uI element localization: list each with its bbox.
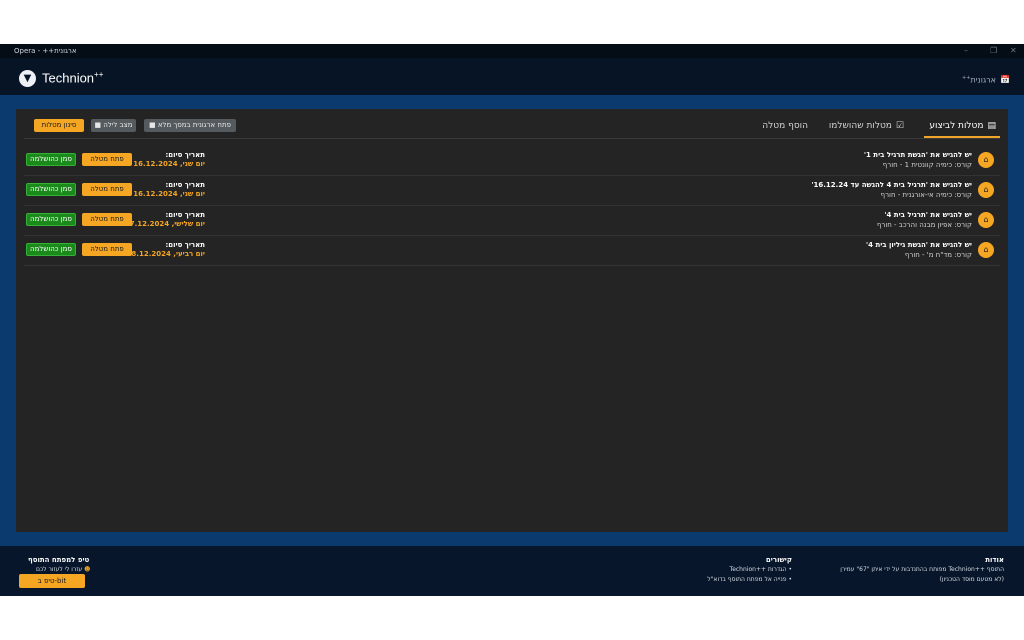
building-icon: ⌂ (978, 242, 994, 258)
footer: אודות התוסף ++Technion מפותח בהתנדבות על… (0, 546, 1024, 596)
link-settings[interactable]: • הגדרות ++Technion (730, 566, 792, 573)
due-date: יום רביעי, 18.12.2024 (126, 250, 205, 258)
tab-add-task[interactable]: הוסף מטלה (762, 121, 808, 131)
due-label: תאריך סיום: (165, 181, 205, 189)
close-icon[interactable]: ✕ (1010, 46, 1017, 55)
app-header: ▼ Technion++ 📅 ארגונית++ (0, 58, 1024, 95)
content-area: ▤ מטלות לביצוע ☑ מטלות שהושלמו הוסף מטלה… (0, 95, 1024, 546)
minimize-icon[interactable]: – (964, 46, 968, 55)
org-header-link[interactable]: 📅 ארגונית++ (962, 75, 1010, 85)
title-bar: Opera - ++ארגונית – ❐ ✕ (0, 44, 1024, 58)
tasks-panel: ▤ מטלות לביצוע ☑ מטלות שהושלמו הוסף מטלה… (16, 109, 1008, 532)
due-date: יום שני, 16.12.2024 (133, 160, 205, 168)
night-mode-button[interactable]: ■ מצב לילה (91, 119, 136, 132)
tab-completed[interactable]: ☑ מטלות שהושלמו (829, 121, 904, 131)
calendar-icon: 📅 (1000, 75, 1010, 85)
task-row: ⌂ יש להגיש את 'תרגיל בית 4' קורס: אפיון … (24, 206, 1000, 236)
open-task-button[interactable]: פתח מטלה (82, 153, 132, 166)
list-icon: ▤ (987, 121, 996, 131)
open-task-button[interactable]: פתח מטלה (82, 213, 132, 226)
smile-icon: ☻ (84, 566, 91, 573)
mark-complete-button[interactable]: סמן כהושלמה (26, 183, 76, 196)
about-disclaimer: (לא מטעם מוסד הטכניון) (939, 576, 1004, 583)
task-title: יש להגיש את 'הגשת תרגיל בית 1' (863, 151, 972, 159)
link-contact-developer[interactable]: • פנייה אל מפתח התוסף בדוא"ל (707, 576, 792, 583)
tab-label: מטלות שהושלמו (828, 121, 892, 131)
task-course: קורס: אפיון מבנה והרכב - חורף (876, 221, 972, 229)
task-row: ⌂ יש להגיש את 'תרגיל בית 4 להגשה עד 16.1… (24, 176, 1000, 206)
tab-label: הוסף מטלה (762, 121, 808, 131)
task-row: ⌂ יש להגיש את 'הגשת גיליון בית 4' קורס: … (24, 236, 1000, 266)
task-course: קורס: כימיה אי-אורגנית - חורף (880, 191, 972, 199)
app-logo-text: Technion++ (42, 70, 104, 86)
task-course: קורס: כימיה קוונטית 1 - חורף (882, 161, 972, 169)
due-date: יום שני, 16.12.2024 (133, 190, 205, 198)
tip-bit-button[interactable]: טיפ ב-bit (19, 574, 85, 588)
open-task-button[interactable]: פתח מטלה (82, 243, 132, 256)
window-title: Opera - ++ארגונית (14, 47, 77, 55)
building-icon: ⌂ (978, 152, 994, 168)
due-label: תאריך סיום: (165, 241, 205, 249)
about-heading: אודות (985, 556, 1004, 564)
task-title: יש להגיש את 'הגשת גיליון בית 4' (865, 241, 972, 249)
open-task-button[interactable]: פתח מטלה (82, 183, 132, 196)
about-text: התוסף ++Technion מפותח בהתנדבות על ידי א… (840, 566, 1004, 573)
tabs-divider (24, 138, 1000, 139)
mark-complete-button[interactable]: סמן כהושלמה (26, 213, 76, 226)
tab-label: מטלות לביצוע (929, 121, 984, 131)
task-course: קורס: מד"ח מ' - חורף (904, 251, 972, 259)
due-label: תאריך סיום: (165, 211, 205, 219)
due-date: יום שלישי, 17.12.2024 (124, 220, 205, 228)
building-icon: ⌂ (978, 182, 994, 198)
tab-todo[interactable]: ▤ מטלות לביצוע (929, 121, 996, 131)
due-label: תאריך סיום: (165, 151, 205, 159)
active-tab-indicator (924, 136, 1000, 138)
browser-window: Opera - ++ארגונית – ❐ ✕ ▼ Technion++ 📅 א… (0, 44, 1024, 596)
task-title: יש להגיש את 'תרגיל בית 4 להגשה עד 16.12.… (811, 181, 972, 189)
task-row: ⌂ יש להגיש את 'הגשת תרגיל בית 1' קורס: כ… (24, 146, 1000, 176)
tip-heading: טיפ למפתח התוסף (28, 556, 90, 564)
open-fullscreen-button[interactable]: ■ פתח ארגונית במסך מלא (144, 119, 236, 132)
technion-logo-icon: ▼ (19, 70, 36, 87)
task-title: יש להגיש את 'תרגיל בית 4' (884, 211, 972, 219)
maximize-icon[interactable]: ❐ (990, 46, 997, 55)
calendar-check-icon: ☑ (895, 121, 904, 131)
links-heading: קישורים (765, 556, 792, 564)
tip-text: ☻ עזרו לי לעזור לכם (36, 566, 91, 573)
org-label: ארגונית++ (962, 75, 997, 85)
mark-complete-button[interactable]: סמן כהושלמה (26, 243, 76, 256)
filter-tasks-button[interactable]: סינון מטלות (34, 119, 84, 132)
mark-complete-button[interactable]: סמן כהושלמה (26, 153, 76, 166)
building-icon: ⌂ (978, 212, 994, 228)
